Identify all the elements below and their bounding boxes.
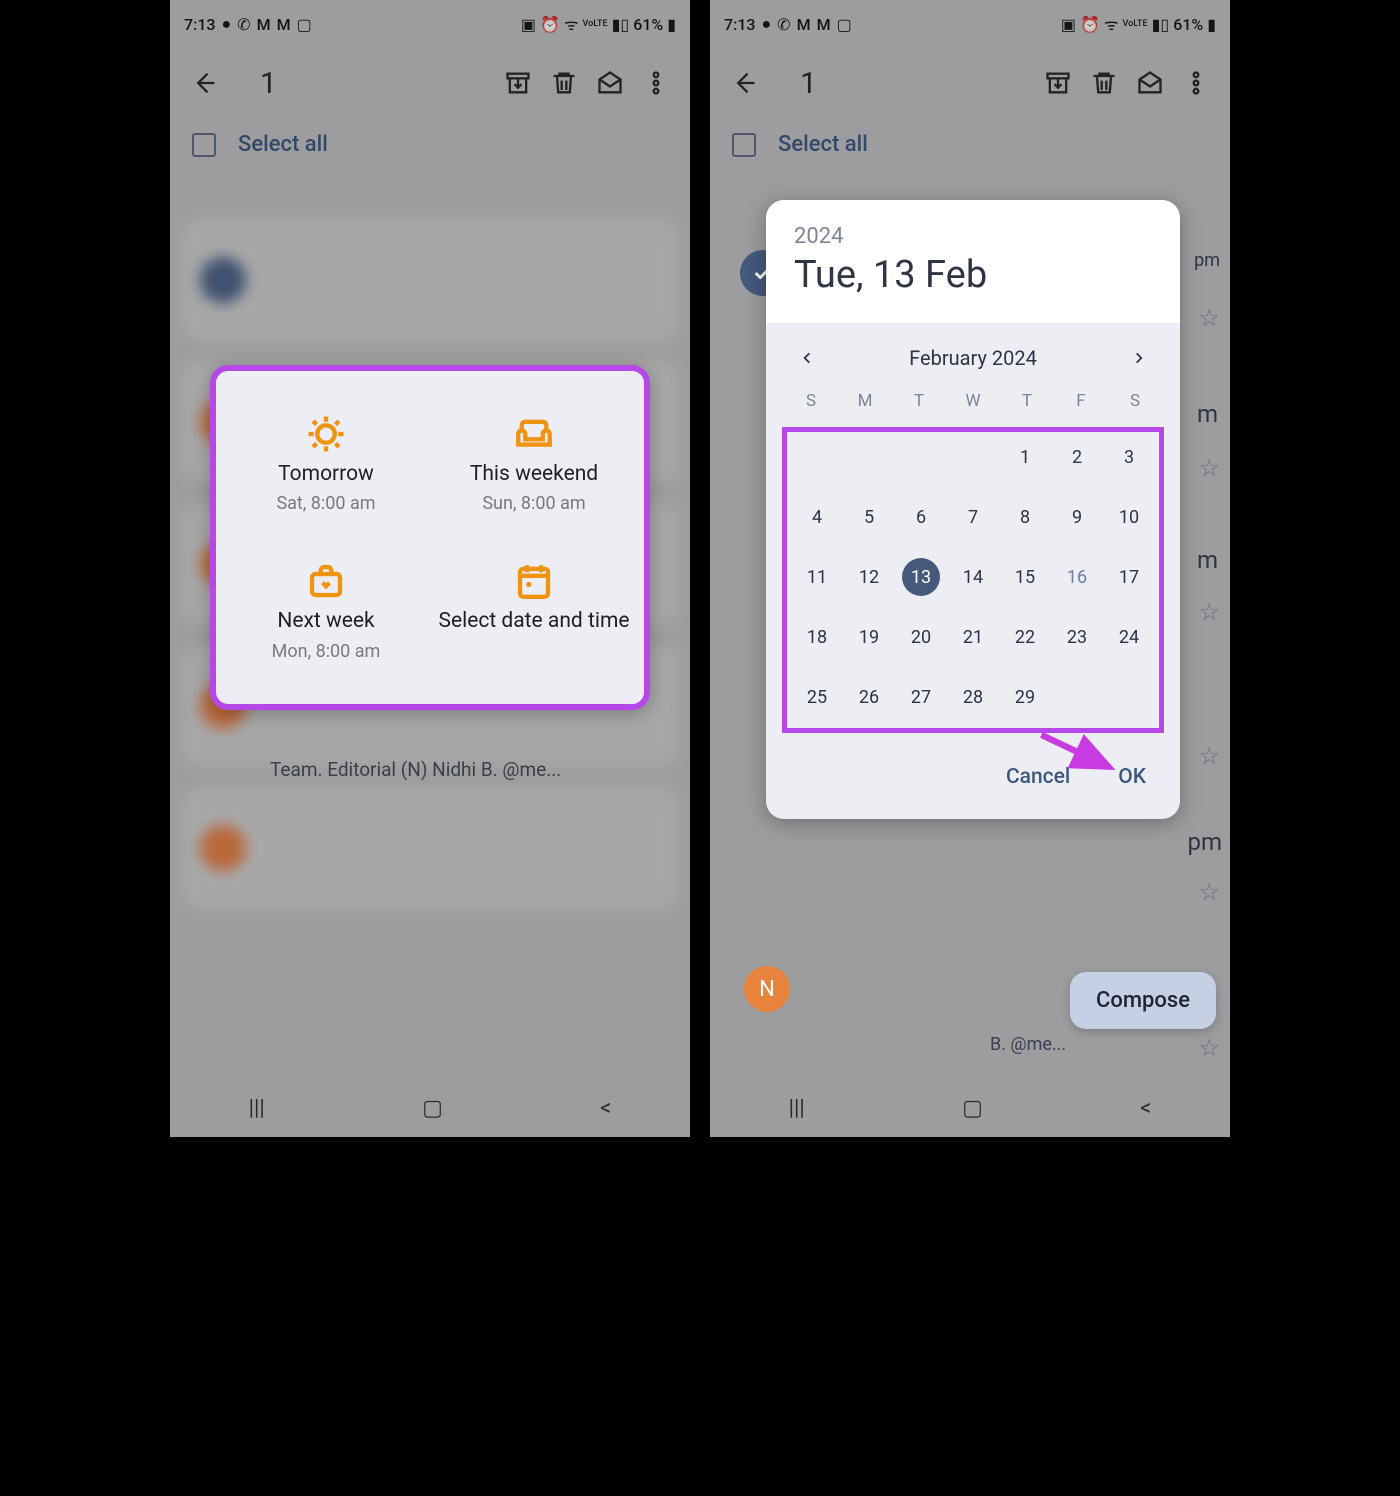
calendar-day[interactable]: 22	[999, 618, 1051, 656]
calendar-day[interactable]: 20	[895, 618, 947, 656]
calendar-empty: .	[895, 438, 947, 476]
dow-label: M	[838, 391, 892, 411]
snooze-weekend-sub: Sun, 8:00 am	[482, 493, 585, 514]
calendar-day[interactable]: 4	[791, 498, 843, 536]
back-nav-icon[interactable]: <	[1140, 1096, 1151, 1121]
date-picker-header: 2024 Tue, 13 Feb	[766, 200, 1180, 323]
calendar-empty: .	[947, 438, 999, 476]
star-icon[interactable]: ☆	[1198, 304, 1220, 332]
snooze-custom-title: Select date and time	[439, 608, 630, 634]
calendar-day[interactable]: 26	[843, 678, 895, 716]
calendar-empty: .	[791, 438, 843, 476]
mail-snippet: B. @me...	[990, 1034, 1066, 1055]
home-icon[interactable]: ▢	[962, 1096, 983, 1121]
calendar-grid: ....123456789101112131415161718192021222…	[791, 438, 1155, 716]
text-fragment: m	[1197, 400, 1218, 428]
calendar-day[interactable]: 15	[999, 558, 1051, 596]
snooze-nextweek-title: Next week	[277, 608, 374, 634]
star-icon[interactable]: ☆	[1198, 742, 1220, 770]
system-nav-bar: ||| ▢ <	[170, 1079, 690, 1137]
star-icon[interactable]: ☆	[1198, 454, 1220, 482]
day-of-week-header: SMTWTFS	[766, 377, 1180, 421]
calendar-day[interactable]: 12	[843, 558, 895, 596]
avatar-n: N	[744, 966, 790, 1012]
calendar-day[interactable]: 7	[947, 498, 999, 536]
calendar-empty: .	[843, 438, 895, 476]
recents-icon[interactable]: |||	[789, 1096, 805, 1121]
dow-label: S	[784, 391, 838, 411]
snooze-tomorrow[interactable]: Tomorrow Sat, 8:00 am	[222, 395, 430, 532]
right-screenshot: 7:13 ● ✆ M M ▢ ▣ ⏰ ᯤ VoLTE ▮▯ 61% ▮ 1	[710, 0, 1230, 1137]
calendar-day[interactable]: 5	[843, 498, 895, 536]
calendar-day[interactable]: 17	[1103, 558, 1155, 596]
calendar-icon	[513, 560, 555, 602]
calendar-day[interactable]: 6	[895, 498, 947, 536]
calendar-day[interactable]: 13	[902, 558, 940, 596]
calendar-day[interactable]: 14	[947, 558, 999, 596]
snooze-options-popup: Tomorrow Sat, 8:00 am This weekend Sun, …	[210, 365, 650, 710]
calendar-day[interactable]: 8	[999, 498, 1051, 536]
star-icon[interactable]: ☆	[1198, 1034, 1220, 1062]
star-icon[interactable]: ☆	[1198, 878, 1220, 906]
sun-icon	[305, 413, 347, 455]
dow-label: T	[1000, 391, 1054, 411]
briefcase-icon	[305, 560, 347, 602]
calendar-day[interactable]: 1	[999, 438, 1051, 476]
calendar-day[interactable]: 25	[791, 678, 843, 716]
calendar-day[interactable]: 24	[1103, 618, 1155, 656]
snooze-tomorrow-title: Tomorrow	[278, 461, 374, 487]
couch-icon	[513, 413, 555, 455]
calendar-day[interactable]: 11	[791, 558, 843, 596]
calendar-day[interactable]: 27	[895, 678, 947, 716]
recents-icon[interactable]: |||	[249, 1096, 265, 1121]
star-icon[interactable]: ☆	[1198, 598, 1220, 626]
dow-label: T	[892, 391, 946, 411]
mail-snippet: Team. Editorial (N) Nidhi B. @me...	[270, 758, 561, 781]
calendar-day[interactable]: 19	[843, 618, 895, 656]
text-fragment: m	[1197, 546, 1218, 574]
calendar-day[interactable]: 9	[1051, 498, 1103, 536]
calendar-highlight: ....123456789101112131415161718192021222…	[782, 427, 1164, 733]
calendar-day[interactable]: 10	[1103, 498, 1155, 536]
date-picker: 2024 Tue, 13 Feb February 2024 SMTWTFS .…	[766, 200, 1180, 819]
dow-label: S	[1108, 391, 1162, 411]
snooze-nextweek[interactable]: Next week Mon, 8:00 am	[222, 542, 430, 679]
left-screenshot: 7:13 ● ✆ M M ▢ ▣ ⏰ ᯤ VoLTE ▮▯ 61% ▮ 1	[170, 0, 690, 1137]
picker-year[interactable]: 2024	[794, 224, 1152, 249]
calendar-day[interactable]: 28	[947, 678, 999, 716]
annotation-arrow	[1036, 727, 1126, 777]
dow-label: F	[1054, 391, 1108, 411]
snooze-nextweek-sub: Mon, 8:00 am	[272, 641, 381, 662]
calendar-day[interactable]: 21	[947, 618, 999, 656]
snooze-tomorrow-sub: Sat, 8:00 am	[276, 493, 375, 514]
system-nav-bar: ||| ▢ <	[710, 1079, 1230, 1137]
calendar-day[interactable]: 16	[1051, 558, 1103, 596]
snooze-weekend[interactable]: This weekend Sun, 8:00 am	[430, 395, 638, 532]
compose-button[interactable]: Compose	[1070, 972, 1216, 1029]
home-icon[interactable]: ▢	[422, 1096, 443, 1121]
time-pm-label: pm	[1187, 828, 1222, 856]
calendar-day[interactable]: 18	[791, 618, 843, 656]
calendar-day[interactable]: 3	[1103, 438, 1155, 476]
prev-month-icon[interactable]	[794, 345, 820, 371]
next-month-icon[interactable]	[1126, 345, 1152, 371]
calendar-day[interactable]: 29	[999, 678, 1051, 716]
picker-selected-date: Tue, 13 Feb	[794, 253, 1152, 297]
dow-label: W	[946, 391, 1000, 411]
picker-month-label: February 2024	[909, 346, 1037, 370]
calendar-day[interactable]: 2	[1051, 438, 1103, 476]
snooze-weekend-title: This weekend	[470, 461, 598, 487]
calendar-day[interactable]: 23	[1051, 618, 1103, 656]
back-nav-icon[interactable]: <	[600, 1096, 611, 1121]
time-pm-label: pm	[1194, 250, 1220, 271]
snooze-custom[interactable]: Select date and time	[430, 542, 638, 679]
